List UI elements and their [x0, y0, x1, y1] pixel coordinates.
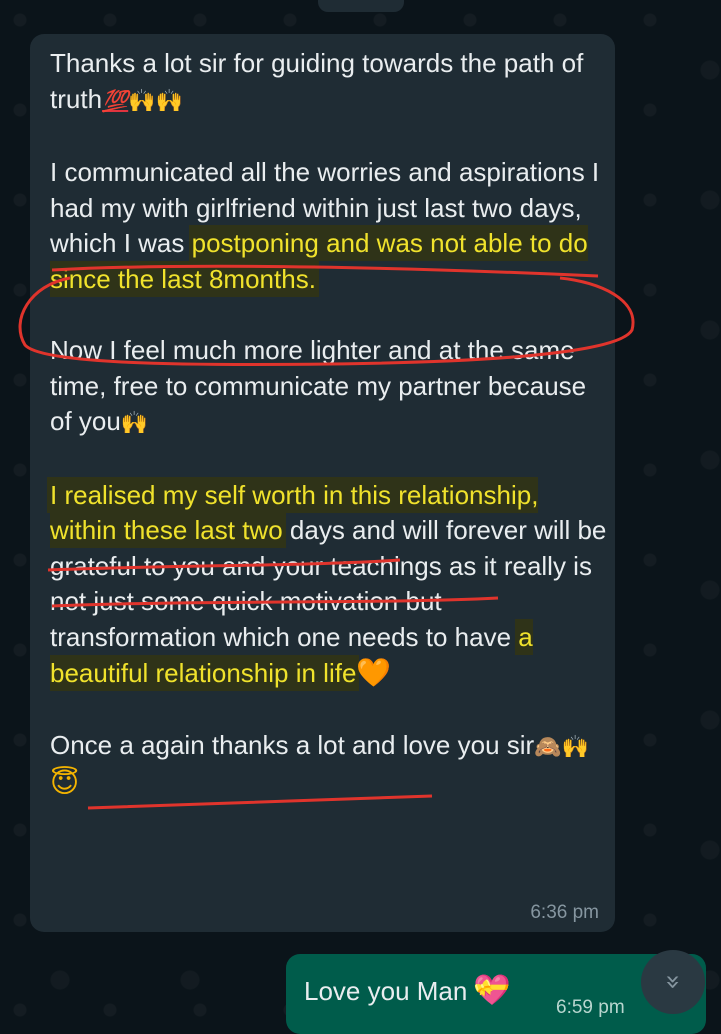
message-paragraph-2: I communicated all the worries and aspir…: [50, 155, 610, 297]
incoming-message-text: Thanks a lot sir for guiding towards the…: [50, 46, 610, 802]
outgoing-message-label: Love you Man: [304, 976, 468, 1006]
previous-message-stub: [318, 0, 404, 12]
outgoing-message-timestamp: 6:59 pm: [556, 997, 625, 1018]
message-paragraph-1: Thanks a lot sir for guiding towards the…: [50, 46, 610, 119]
see-no-evil-monkey-icon: 🙈: [534, 734, 562, 760]
message-paragraph-4: I realised my self worth in this relatio…: [50, 478, 610, 692]
smiling-face-with-halo-icon: 😇: [50, 767, 80, 798]
orange-heart-icon: 🧡: [356, 657, 392, 688]
hundred-points-icon: 💯: [102, 89, 129, 113]
raising-hands-icon: 🙌: [120, 411, 149, 436]
message-paragraph-3: Now I feel much more lighter and at the …: [50, 333, 610, 442]
message-paragraph-5: Once a again thanks a lot and love you s…: [50, 728, 610, 802]
heart-with-ribbon-icon: 💝: [473, 974, 511, 1007]
incoming-message-timestamp: 6:36 pm: [530, 902, 599, 923]
outgoing-message-text: Love you Man 💝: [304, 973, 511, 1008]
raising-hands-icon: 🙌: [561, 734, 589, 760]
scroll-to-bottom-button[interactable]: »: [641, 950, 705, 1014]
double-chevron-down-icon: »: [657, 974, 688, 990]
raising-hands-icon: 🙌🙌: [128, 88, 183, 114]
paragraph-5-text: Once a again thanks a lot and love you s…: [50, 729, 535, 760]
